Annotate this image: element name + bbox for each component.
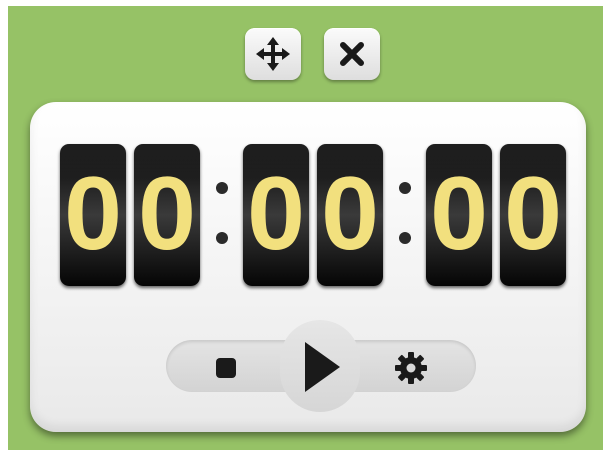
settings-button[interactable] [392,349,430,387]
colon-dot [216,182,228,194]
minutes-tens-digit: 0 [247,156,305,272]
seconds-tens-digit: 0 [430,156,488,272]
minutes-tens-card: 0 [243,144,309,286]
move-button[interactable] [245,28,301,80]
hours-ones-card: 0 [134,144,200,286]
gear-icon [395,352,427,384]
colon-dot [399,232,411,244]
minutes-ones-card: 0 [317,144,383,286]
move-arrows-icon [256,37,290,71]
stopwatch-panel: 0 0 0 0 0 0 [30,102,586,432]
stop-icon [216,358,236,378]
hours-ones-digit: 0 [138,156,196,272]
app-background: 0 0 0 0 0 0 [8,6,603,450]
stop-button[interactable] [210,352,242,384]
seconds-ones-digit: 0 [504,156,562,272]
minutes-ones-digit: 0 [321,156,379,272]
close-x-icon [340,42,364,66]
hours-tens-card: 0 [60,144,126,286]
seconds-ones-card: 0 [500,144,566,286]
time-display: 0 0 0 0 0 0 [60,144,570,288]
colon-dot [216,232,228,244]
colon-separator [216,162,228,266]
colon-separator [399,162,411,266]
colon-dot [399,182,411,194]
hours-tens-digit: 0 [64,156,122,272]
play-icon [305,342,340,392]
close-button[interactable] [324,28,380,80]
seconds-tens-card: 0 [426,144,492,286]
play-button[interactable] [300,336,344,398]
